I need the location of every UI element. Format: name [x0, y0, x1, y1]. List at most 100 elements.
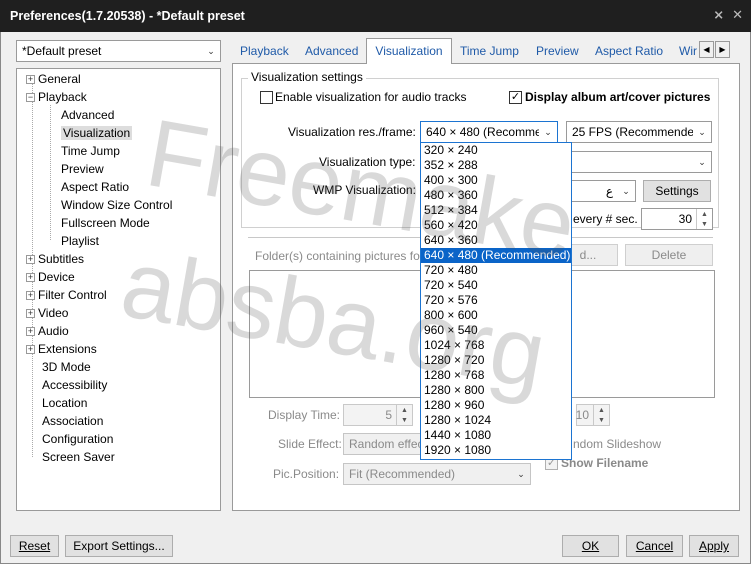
tree-item-label: Screen Saver [42, 450, 115, 464]
expand-plus-icon[interactable]: + [26, 327, 35, 337]
wmp-visualization-label: WMP Visualization: [313, 183, 416, 197]
resolution-option[interactable]: 1440 × 1080 [421, 428, 571, 443]
resolution-option[interactable]: 560 × 420 [421, 218, 571, 233]
tree-item-label: Subtitles [38, 252, 85, 266]
tree-item-audio[interactable]: + Audio [26, 323, 69, 340]
tab-visualization[interactable]: Visualization [366, 38, 452, 64]
tree-item-configuration[interactable]: Configuration [42, 431, 113, 448]
tree-item-aspect-ratio[interactable]: Aspect Ratio [61, 179, 129, 196]
reset-button[interactable]: Reset [10, 535, 59, 557]
chevron-down-icon: ⌄ [512, 464, 530, 484]
tree-item-label: Visualization [61, 126, 133, 140]
resolution-dropdown-list[interactable]: 320 × 240 352 × 288 400 × 300 480 × 360 512 … [420, 142, 572, 460]
resolution-option[interactable]: 1280 × 1024 [421, 413, 571, 428]
tab-aspect-ratio[interactable]: Aspect Ratio [591, 40, 667, 62]
tree-item-preview[interactable]: Preview [61, 161, 104, 178]
every-sec-label: every # sec. [573, 212, 638, 226]
cancel-button-label: Cancel [635, 539, 674, 553]
resolution-option[interactable]: 800 × 600 [421, 308, 571, 323]
ok-button-label: OK [581, 539, 600, 553]
tree-item-extensions[interactable]: + Extensions [26, 341, 97, 358]
expand-plus-icon[interactable]: + [26, 291, 35, 301]
collapse-minus-icon[interactable]: − [26, 93, 35, 103]
apply-button-label: Apply [698, 539, 730, 553]
ok-button[interactable]: OK [562, 535, 619, 557]
resolution-combo[interactable]: 640 × 480 (Recommer ⌄ [420, 121, 558, 143]
expand-plus-icon[interactable]: + [26, 345, 35, 355]
cancel-button[interactable]: Cancel [626, 535, 683, 557]
resolution-option[interactable]: 1280 × 960 [421, 398, 571, 413]
apply-button[interactable]: Apply [689, 535, 739, 557]
tree-item-filter-control[interactable]: + Filter Control [26, 287, 107, 304]
tab-window[interactable]: Wir [675, 40, 701, 62]
resolution-option[interactable]: 1024 × 768 [421, 338, 571, 353]
tree-item-advanced[interactable]: Advanced [61, 107, 114, 124]
expand-plus-icon[interactable]: + [26, 273, 35, 283]
every-sec-value: 30 [678, 212, 692, 226]
pic-position-combo[interactable]: Fit (Recommended) ⌄ [343, 463, 531, 485]
tree-item-association[interactable]: Association [42, 413, 103, 430]
expand-plus-icon[interactable]: + [26, 255, 35, 265]
slide-effect-combo[interactable]: Random effec [343, 433, 421, 455]
resolution-option[interactable]: 720 × 480 [421, 263, 571, 278]
tree-item-video[interactable]: + Video [26, 305, 68, 322]
tree-item-window-size-control[interactable]: Window Size Control [61, 197, 172, 214]
tab-advanced[interactable]: Advanced [301, 40, 362, 62]
resolution-option[interactable]: 1280 × 768 [421, 368, 571, 383]
resolution-option[interactable]: 720 × 540 [421, 278, 571, 293]
settings-button[interactable]: Settings [643, 180, 711, 202]
tab-playback[interactable]: Playback [236, 40, 293, 62]
resolution-option[interactable]: 720 × 576 [421, 293, 571, 308]
tree-item-accessibility[interactable]: Accessibility [42, 377, 107, 394]
tree-item-playlist[interactable]: Playlist [61, 233, 99, 250]
tree-item-label: Accessibility [42, 378, 108, 392]
resolution-combo-value: 640 × 480 (Recommer [426, 125, 546, 139]
spin-arrows-icon[interactable]: ▲ ▼ [396, 405, 412, 425]
tree-item-visualization[interactable]: Visualization [61, 125, 133, 142]
fps-combo-value: 25 FPS (Recommended [572, 125, 701, 139]
expand-plus-icon[interactable]: + [26, 309, 35, 319]
display-time-spin[interactable]: 5 ▲ ▼ [343, 404, 413, 426]
tree-item-screen-saver[interactable]: Screen Saver [42, 449, 115, 466]
resolution-option[interactable]: 480 × 360 [421, 188, 571, 203]
expand-plus-icon[interactable]: + [26, 75, 35, 85]
tree-item-time-jump[interactable]: Time Jump [61, 143, 120, 160]
resolution-option[interactable]: 320 × 240 [421, 143, 571, 158]
tab-scroll-left-icon[interactable]: ◀ [699, 41, 714, 58]
tab-preview[interactable]: Preview [532, 40, 583, 62]
resolution-option[interactable]: 400 × 300 [421, 173, 571, 188]
spin-arrows-icon[interactable]: ▲ ▼ [696, 209, 712, 229]
resolution-option[interactable]: 960 × 540 [421, 323, 571, 338]
every-sec-spin[interactable]: 30 ▲ ▼ [641, 208, 713, 230]
resolution-option[interactable]: 1280 × 720 [421, 353, 571, 368]
resolution-option[interactable]: 1920 × 1080 [421, 443, 571, 458]
tree-item-device[interactable]: + Device [26, 269, 75, 286]
second-spin[interactable]: 10 ▲ ▼ [576, 404, 610, 426]
tree-item-general[interactable]: + General [26, 71, 81, 88]
album-art-checkbox[interactable]: ✓ [509, 91, 522, 104]
tree-item-3d-mode[interactable]: 3D Mode [42, 359, 91, 376]
settings-tree[interactable]: + General − Playback Advanced Visualization Ti… [16, 68, 221, 511]
tree-item-label: Configuration [42, 432, 114, 446]
preset-combo[interactable]: *Default preset ⌄ [16, 40, 221, 62]
tab-scroll-right-icon[interactable]: ▶ [715, 41, 730, 58]
resolution-option[interactable]: 1280 × 800 [421, 383, 571, 398]
spin-arrows-icon[interactable]: ▲ ▼ [593, 405, 609, 425]
tree-item-fullscreen-mode[interactable]: Fullscreen Mode [61, 215, 150, 232]
tree-item-subtitles[interactable]: + Subtitles [26, 251, 84, 268]
resolution-option[interactable]: 352 × 288 [421, 158, 571, 173]
preset-combo-value: *Default preset [22, 44, 102, 58]
resolution-option[interactable]: 512 × 384 [421, 203, 571, 218]
pin-icon[interactable]: ⨯ [713, 7, 724, 23]
tree-item-label: Device [38, 270, 75, 284]
fps-combo[interactable]: 25 FPS (Recommended ⌄ [566, 121, 712, 143]
resolution-option[interactable]: 640 × 360 [421, 233, 571, 248]
resolution-option[interactable]: 640 × 480 (Recommended) [421, 248, 571, 263]
tab-time-jump[interactable]: Time Jump [456, 40, 523, 62]
tree-item-playback[interactable]: − Playback [26, 89, 87, 106]
close-icon[interactable]: ✕ [732, 7, 743, 23]
delete-button[interactable]: Delete [625, 244, 713, 266]
tree-item-location[interactable]: Location [42, 395, 87, 412]
enable-audio-visualization-checkbox[interactable] [260, 91, 273, 104]
export-settings-button[interactable]: Export Settings... [65, 535, 173, 557]
